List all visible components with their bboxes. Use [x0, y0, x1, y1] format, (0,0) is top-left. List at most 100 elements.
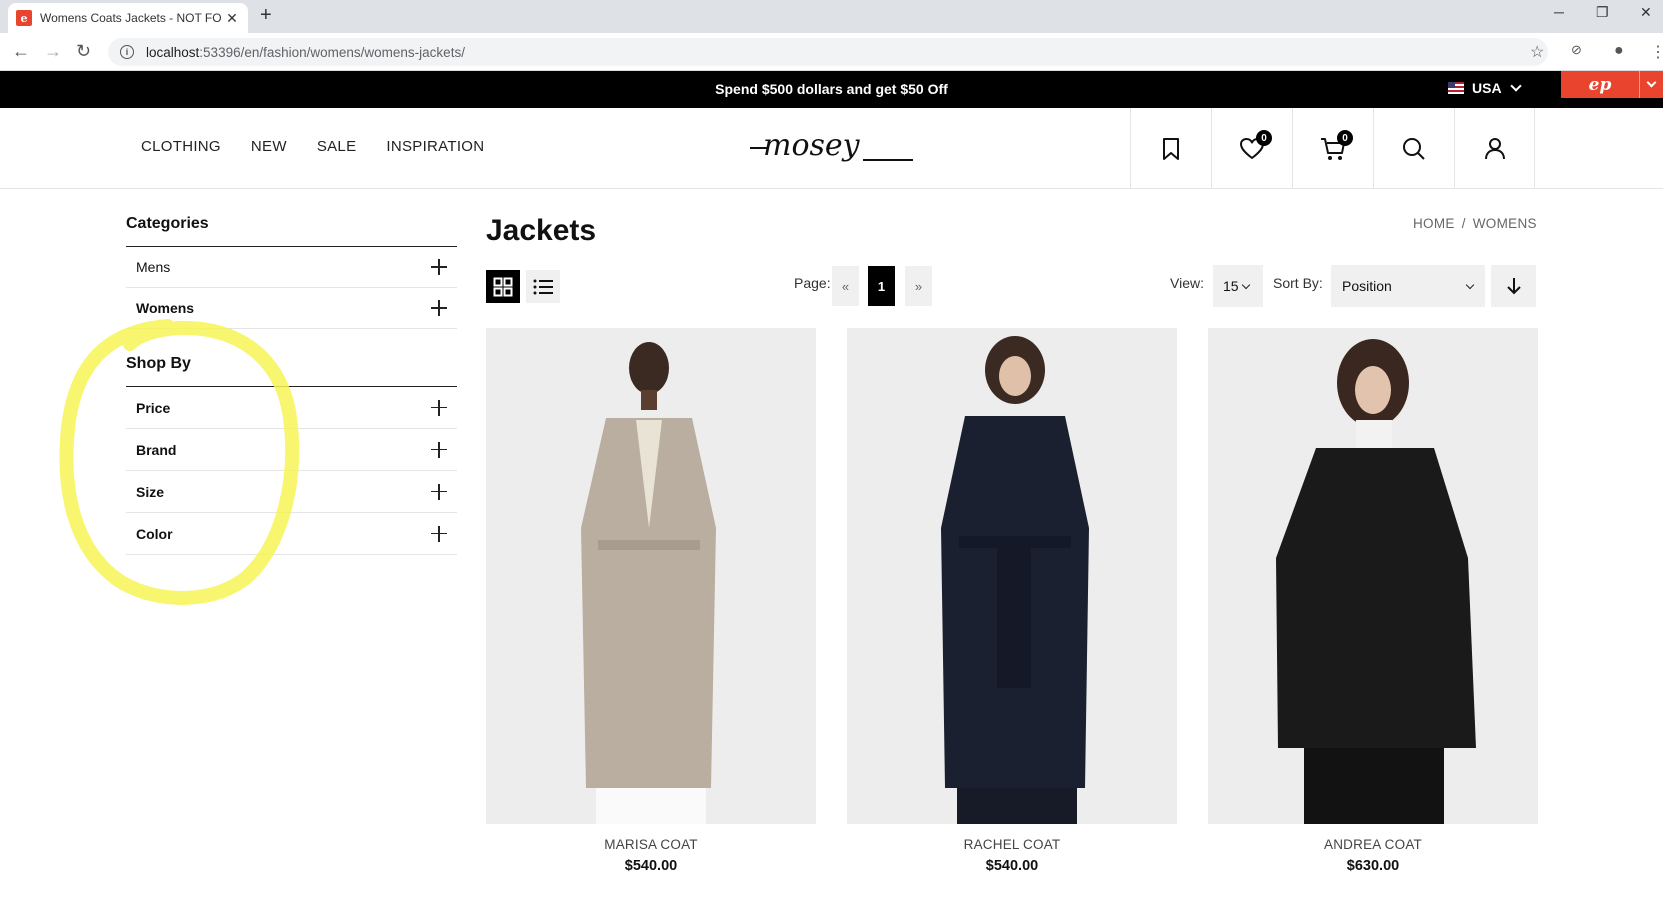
cart-count-badge: 0: [1337, 130, 1353, 146]
view-count-select[interactable]: 15: [1213, 265, 1263, 307]
close-tab-icon[interactable]: ✕: [224, 10, 240, 27]
filter-label: Price: [136, 399, 171, 416]
coat-photo-icon: [847, 328, 1177, 824]
episerver-menu-button[interactable]: ep: [1561, 71, 1663, 98]
page-1-button[interactable]: 1: [868, 266, 895, 306]
locale-selector[interactable]: USA: [1448, 80, 1522, 96]
browser-tab-bar: e Womens Coats Jackets - NOT FO ✕ + ─ ❐ …: [0, 0, 1663, 33]
us-flag-icon: [1448, 82, 1464, 94]
wishlist-count-badge: 0: [1256, 130, 1272, 146]
reload-icon[interactable]: ↻: [76, 41, 91, 62]
site-header: CLOTHING NEW SALE INSPIRATION mosey 0 0: [0, 108, 1663, 189]
breadcrumb-separator: /: [1461, 216, 1466, 231]
product-name[interactable]: ANDREA COAT: [1208, 837, 1538, 852]
chevron-down-icon[interactable]: [1639, 71, 1663, 98]
grid-view-button[interactable]: [486, 270, 520, 303]
next-page-button[interactable]: »: [905, 266, 932, 306]
bookmark-button[interactable]: [1130, 108, 1211, 189]
product-price: $630.00: [1346, 858, 1400, 874]
sort-label: Sort By:: [1273, 275, 1323, 291]
coat-photo-icon: [486, 328, 816, 824]
sort-by-select[interactable]: Position: [1331, 265, 1485, 307]
page-title: Jackets: [486, 214, 597, 247]
product-name[interactable]: RACHEL COAT: [847, 837, 1177, 852]
nav-clothing[interactable]: CLOTHING: [141, 138, 221, 155]
expand-plus-icon[interactable]: [431, 525, 447, 542]
address-bar-row: ← → ↻ i localhost:53396/en/fashion/women…: [0, 33, 1663, 71]
forward-icon[interactable]: →: [44, 41, 62, 62]
tab-title: Womens Coats Jackets - NOT FO: [40, 11, 222, 25]
site-favicon-icon: e: [16, 10, 32, 26]
sort-direction-button[interactable]: [1491, 265, 1536, 307]
search-button[interactable]: [1373, 108, 1454, 189]
restore-icon[interactable]: ❐: [1596, 4, 1609, 21]
filter-label: Brand: [136, 441, 177, 458]
extension-icon[interactable]: ⊘: [1571, 42, 1582, 58]
sort-value: Position: [1342, 278, 1392, 294]
bookmark-star-icon[interactable]: ☆: [1530, 42, 1544, 62]
shopby-heading: Shop By: [126, 355, 457, 387]
close-window-icon[interactable]: ✕: [1640, 4, 1652, 21]
wishlist-button[interactable]: 0: [1211, 108, 1292, 189]
categories-heading: Categories: [126, 215, 457, 247]
url-input[interactable]: i localhost:53396/en/fashion/womens/wome…: [108, 38, 1548, 66]
search-icon: [1403, 137, 1425, 160]
breadcrumb-home[interactable]: HOME: [1413, 216, 1455, 231]
chevron-down-icon: [1241, 280, 1250, 289]
svg-text:mosey: mosey: [763, 128, 861, 163]
nav-new[interactable]: NEW: [251, 138, 287, 155]
site-info-icon[interactable]: i: [120, 45, 134, 59]
filter-label: Size: [136, 483, 165, 500]
expand-plus-icon[interactable]: [431, 399, 447, 416]
cart-button[interactable]: 0: [1292, 108, 1373, 189]
new-tab-icon[interactable]: +: [260, 4, 272, 27]
browser-tab[interactable]: e Womens Coats Jackets - NOT FO ✕: [8, 3, 248, 33]
minimize-icon[interactable]: ─: [1554, 4, 1564, 20]
product-name[interactable]: MARISA COAT: [486, 837, 816, 852]
url-path: :53396/en/fashion/womens/womens-jackets/: [199, 44, 465, 60]
prev-page-button[interactable]: «: [832, 266, 859, 306]
promo-bar: Spend $500 dollars and get $50 Off USA e…: [0, 71, 1663, 108]
page-label: Page:: [794, 275, 831, 291]
product-card[interactable]: ANDREA COAT $630.00: [1208, 328, 1538, 874]
category-label: Womens: [136, 300, 195, 316]
product-image[interactable]: [486, 328, 816, 824]
bookmark-icon: [1163, 137, 1179, 160]
list-view-button[interactable]: [526, 270, 560, 303]
product-image[interactable]: [1208, 328, 1538, 824]
account-button[interactable]: [1454, 108, 1535, 189]
breadcrumb-womens[interactable]: WOMENS: [1473, 216, 1537, 231]
coat-photo-icon: [1208, 328, 1538, 824]
filter-color[interactable]: Color: [126, 513, 457, 555]
product-card[interactable]: RACHEL COAT $540.00: [847, 328, 1177, 874]
filter-brand[interactable]: Brand: [126, 429, 457, 471]
episerver-logo: ep: [1588, 74, 1612, 95]
arrow-down-icon: [1506, 278, 1521, 295]
list-icon: [533, 279, 553, 294]
expand-plus-icon[interactable]: [431, 483, 447, 500]
site-logo[interactable]: mosey: [745, 122, 920, 172]
main-nav: CLOTHING NEW SALE INSPIRATION: [141, 138, 484, 155]
grid-icon: [493, 277, 513, 296]
expand-plus-icon[interactable]: [431, 259, 447, 275]
expand-plus-icon[interactable]: [431, 300, 447, 316]
category-mens[interactable]: Mens: [126, 247, 457, 288]
browser-menu-icon[interactable]: ⋮: [1650, 42, 1663, 62]
nav-inspiration[interactable]: INSPIRATION: [386, 138, 484, 155]
chevron-down-icon: [1465, 280, 1475, 289]
category-womens[interactable]: Womens: [126, 288, 457, 329]
category-label: Mens: [136, 259, 171, 275]
profile-icon[interactable]: ●: [1614, 42, 1624, 60]
view-count-value: 15: [1223, 278, 1239, 294]
mosey-logo-icon: mosey: [750, 128, 913, 163]
filter-size[interactable]: Size: [126, 471, 457, 513]
filter-price[interactable]: Price: [126, 387, 457, 429]
back-icon[interactable]: ←: [12, 41, 30, 62]
product-image[interactable]: [847, 328, 1177, 824]
header-icons: 0 0: [1130, 108, 1535, 189]
nav-sale[interactable]: SALE: [317, 138, 357, 155]
user-icon: [1484, 137, 1505, 159]
expand-plus-icon[interactable]: [431, 441, 447, 458]
product-card[interactable]: MARISA COAT $540.00: [486, 328, 816, 874]
view-label: View:: [1170, 275, 1204, 291]
